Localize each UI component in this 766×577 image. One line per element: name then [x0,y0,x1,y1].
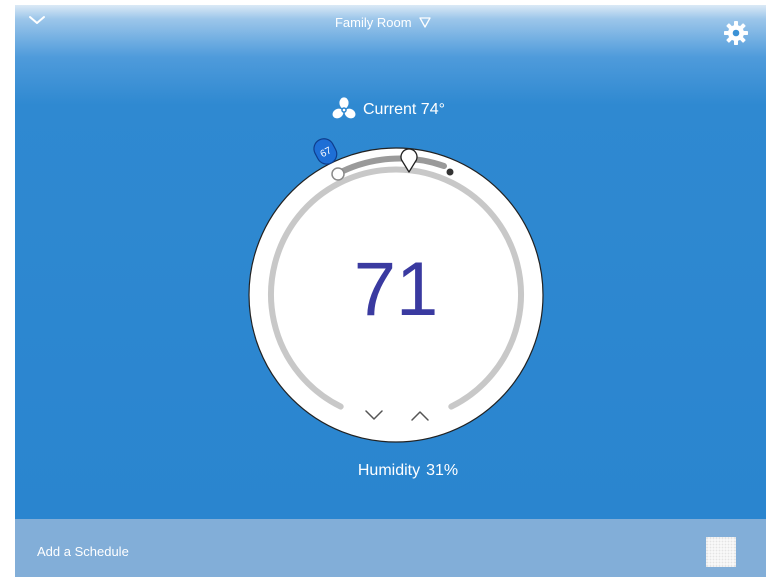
room-name: Family Room [334,15,412,31]
calendar-grid-icon[interactable] [706,537,736,567]
humidity-readout: Humidity 31% [0,462,766,480]
thermostat-screen: Family Room Current 74° 67 71 Humidity 3… [0,0,766,577]
decrease-button[interactable] [360,405,388,425]
setpoint-temperature: 71 [353,247,439,332]
fan-icon [332,97,356,119]
humidity-value: 31% [426,462,459,479]
add-schedule-link[interactable]: Add a Schedule [37,544,129,559]
triangle-down-icon [419,17,431,28]
room-selector[interactable]: Family Room [0,14,766,34]
current-temperature: Current 74° [331,96,445,124]
humidity-label: Humidity [357,462,421,479]
increase-button[interactable] [406,405,434,425]
range-start-handle[interactable] [331,167,345,181]
gear-icon[interactable] [723,20,749,46]
current-temperature-label: Current 74° [363,101,445,118]
